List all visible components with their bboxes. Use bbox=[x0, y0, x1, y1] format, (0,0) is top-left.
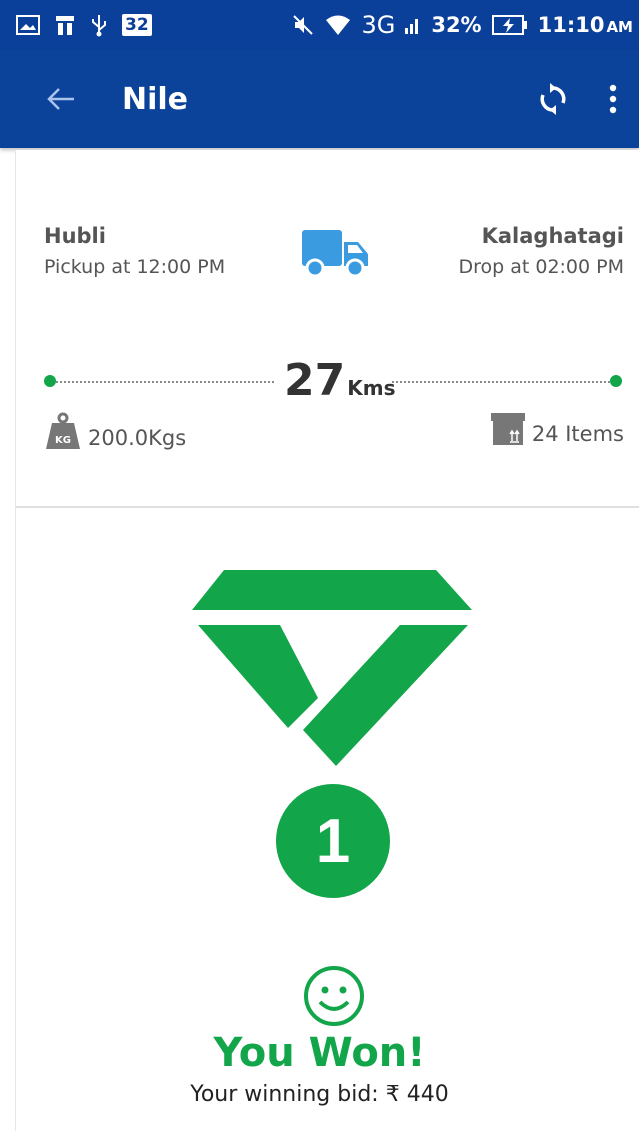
app-bar-actions bbox=[537, 83, 639, 115]
rank-badge: 1 bbox=[276, 784, 390, 898]
battery-charging-icon bbox=[491, 15, 527, 35]
pickup-time: Pickup at 12:00 PM bbox=[44, 256, 226, 278]
item-count: 24 Items bbox=[490, 412, 624, 446]
signal-icon bbox=[405, 19, 419, 34]
arrow-left-icon bbox=[47, 88, 74, 110]
mute-icon bbox=[293, 15, 314, 35]
truck-icon bbox=[302, 230, 368, 278]
drop-time: Drop at 02:00 PM bbox=[458, 256, 624, 278]
origin-city: Hubli bbox=[44, 224, 106, 248]
weight-icon-label: KG bbox=[55, 435, 71, 446]
page-title: Nile bbox=[122, 81, 189, 117]
back-button[interactable] bbox=[46, 87, 94, 111]
gallery-notification-icon bbox=[16, 15, 40, 35]
winning-bid-text: Your winning bid: ₹ 440 bbox=[190, 1082, 449, 1107]
route-summary: Hubli Pickup at 12:00 PM Kalaghatagi Dro… bbox=[16, 150, 639, 508]
refresh-button[interactable] bbox=[537, 83, 569, 115]
status-bar: 32 3G 32% 11:10 AM bbox=[0, 0, 639, 50]
destination-dot bbox=[610, 375, 622, 387]
load-weight: KG 200.0Kgs bbox=[44, 412, 186, 450]
battery-percent: 32% bbox=[431, 13, 482, 37]
win-headline: You Won! bbox=[213, 1030, 426, 1076]
origin-dot bbox=[44, 375, 56, 387]
more-options-button[interactable] bbox=[609, 83, 617, 115]
smiley-icon bbox=[304, 966, 364, 1026]
clock: 11:10 AM bbox=[537, 13, 633, 37]
app-bar: Nile bbox=[0, 50, 639, 148]
route-line-right bbox=[392, 381, 610, 383]
distance: 27 Kms bbox=[284, 355, 395, 406]
weight-value: 200.0Kgs bbox=[88, 426, 187, 450]
app-notification-icon bbox=[56, 16, 74, 35]
medal-ribbon-icon bbox=[192, 570, 472, 766]
items-value: 24 Items bbox=[531, 422, 624, 446]
rank-number: 1 bbox=[315, 806, 351, 876]
usb-icon bbox=[92, 15, 106, 37]
network-type: 3G bbox=[361, 11, 396, 39]
destination-city: Kalaghatagi bbox=[481, 224, 624, 248]
wifi-icon bbox=[326, 15, 351, 35]
status-bar-right-icons: 3G 32% 11:10 AM bbox=[291, 11, 639, 39]
distance-value: 27 bbox=[284, 355, 346, 406]
weight-kg-icon: KG bbox=[46, 412, 80, 449]
route-line-left bbox=[56, 381, 274, 383]
distance-unit: Kms bbox=[347, 376, 396, 400]
notification-count-badge: 32 bbox=[122, 14, 152, 36]
status-bar-left-icons: 32 bbox=[0, 13, 152, 37]
package-box-icon bbox=[490, 413, 525, 445]
